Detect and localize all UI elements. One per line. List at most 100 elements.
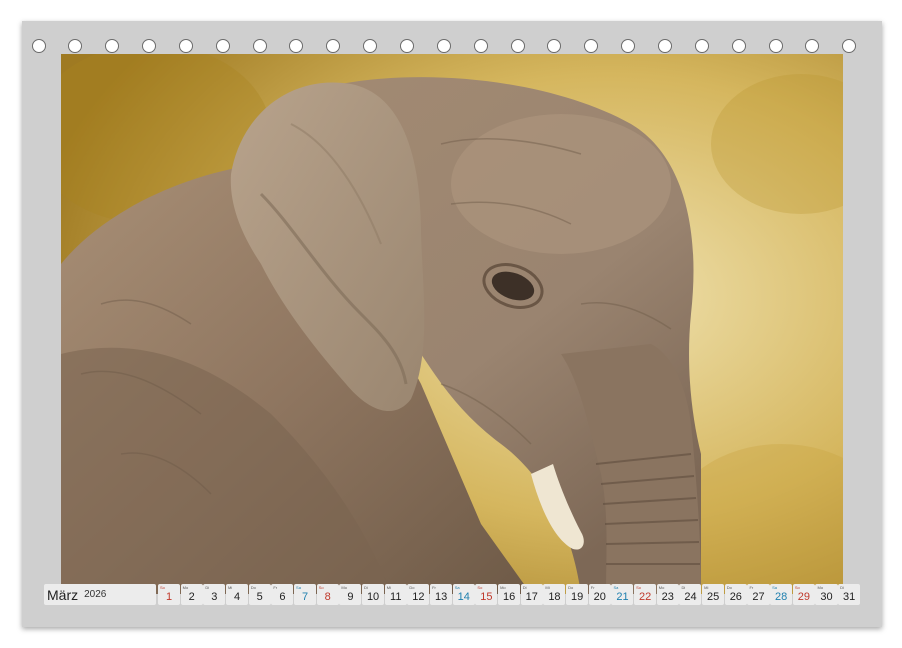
day-cell: Di 31 <box>838 584 861 605</box>
binding-ring <box>621 39 636 53</box>
day-number: 2 <box>188 591 195 603</box>
weekday-label: Sa <box>296 585 301 590</box>
elephant-photo <box>61 54 843 594</box>
day-number: 19 <box>570 591 584 603</box>
day-cell: Do 5 <box>248 584 271 605</box>
weekday-label: Mo <box>658 585 665 590</box>
binding-ring <box>142 39 157 53</box>
weekday-label: Di <box>840 585 844 590</box>
binding-ring <box>805 39 820 53</box>
weekday-label: So <box>794 585 800 590</box>
weekday-label: Mo <box>341 585 347 590</box>
day-cell: Mi 11 <box>384 584 407 605</box>
weekday-label: Mi <box>545 585 550 590</box>
weekday-label: Fr <box>749 585 754 590</box>
weekday-label: Di <box>522 585 527 590</box>
binding-ring <box>326 39 341 53</box>
day-cell: Mi 4 <box>226 584 249 605</box>
day-number: 9 <box>347 591 354 603</box>
day-number: 4 <box>233 591 241 603</box>
weekday-label: Mi <box>386 585 391 590</box>
day-cell: Sa 28 <box>770 584 793 605</box>
day-cell: Mo 16 <box>498 584 521 605</box>
weekday-label: Mo <box>500 585 506 590</box>
weekday-label: Do <box>568 585 574 590</box>
day-number: 28 <box>775 591 788 603</box>
month-year: 2026 <box>84 589 107 600</box>
day-number: 23 <box>661 591 674 603</box>
day-cell: Fr 27 <box>747 584 770 605</box>
day-number: 29 <box>797 591 810 603</box>
day-number: 8 <box>324 591 331 603</box>
day-number: 6 <box>279 591 286 603</box>
weekday-label: Do <box>726 585 732 590</box>
binding-ring <box>105 39 120 53</box>
day-number: 14 <box>457 591 470 603</box>
day-number: 27 <box>752 591 765 603</box>
weekday-label: Mo <box>182 585 189 590</box>
day-cell: Mo 23 <box>656 584 679 605</box>
day-number: 3 <box>211 591 218 603</box>
day-cell: Di 3 <box>203 584 226 605</box>
day-number: 16 <box>502 591 516 603</box>
weekday-label: Mi <box>704 585 709 590</box>
weekday-label: Fr <box>590 585 595 590</box>
weekday-label: Do <box>409 585 415 590</box>
day-cell: Do 19 <box>566 584 589 605</box>
binding-ring <box>584 39 599 53</box>
calendar-sheet: März 2026 So 1 Mo 2 Di 3 Mi 4 Do 5 Fr 6 Sa 7 So 8 Mo 9 Di 1… <box>22 21 882 627</box>
month-label: März 2026 <box>44 584 156 605</box>
binding-ring <box>731 39 746 53</box>
day-cell: Fr 20 <box>588 584 611 605</box>
day-cell: So 15 <box>475 584 498 605</box>
weekday-label: Sa <box>772 585 778 590</box>
day-cell: Mo 2 <box>180 584 203 605</box>
weekday-label: Di <box>681 585 686 590</box>
day-number: 26 <box>729 591 742 603</box>
binding-ring <box>400 39 414 53</box>
binding-ring <box>510 39 525 53</box>
weekday-label: Mo <box>817 585 824 590</box>
month-name: März <box>47 586 79 603</box>
day-cell: Sa 7 <box>294 584 317 605</box>
day-number: 12 <box>412 591 425 603</box>
day-number: 31 <box>843 591 856 603</box>
weekday-label: Di <box>205 585 210 590</box>
binding-ring <box>436 39 451 53</box>
day-cell: So 8 <box>316 584 339 605</box>
day-number: 5 <box>256 591 263 603</box>
binding-ring <box>252 39 267 53</box>
weekday-label: Sa <box>613 585 619 590</box>
weekday-label: Mi <box>228 585 233 590</box>
day-cell: Di 24 <box>679 584 702 605</box>
day-number: 25 <box>707 591 720 603</box>
day-cell: Di 10 <box>362 584 385 605</box>
day-number: 30 <box>820 591 833 603</box>
day-number: 21 <box>616 591 629 603</box>
binding-ring <box>363 39 378 53</box>
weekday-label: So <box>477 585 483 590</box>
day-cell: Do 12 <box>407 584 430 605</box>
day-cell: Mo 30 <box>815 584 838 605</box>
weekday-label: Do <box>250 585 256 590</box>
day-number: 10 <box>366 591 380 603</box>
day-cell: Sa 21 <box>611 584 634 605</box>
day-cell: Di 17 <box>520 584 543 605</box>
binding-ring <box>289 39 304 53</box>
day-number: 11 <box>390 591 402 603</box>
day-number: 18 <box>548 591 561 603</box>
day-number: 13 <box>434 591 448 603</box>
weekday-label: Fr <box>432 585 436 590</box>
binding-ring <box>215 39 230 53</box>
day-number: 22 <box>639 591 652 603</box>
binding-ring <box>768 39 783 53</box>
day-number: 15 <box>480 591 493 603</box>
weekday-label: So <box>636 585 642 590</box>
day-cell: Mi 18 <box>543 584 566 605</box>
day-cell: So 22 <box>634 584 657 605</box>
binding-ring <box>547 39 562 53</box>
day-cell: Mi 25 <box>702 584 725 605</box>
binding-ring <box>694 39 709 53</box>
binding-ring <box>473 39 488 53</box>
binding-ring <box>68 39 83 53</box>
